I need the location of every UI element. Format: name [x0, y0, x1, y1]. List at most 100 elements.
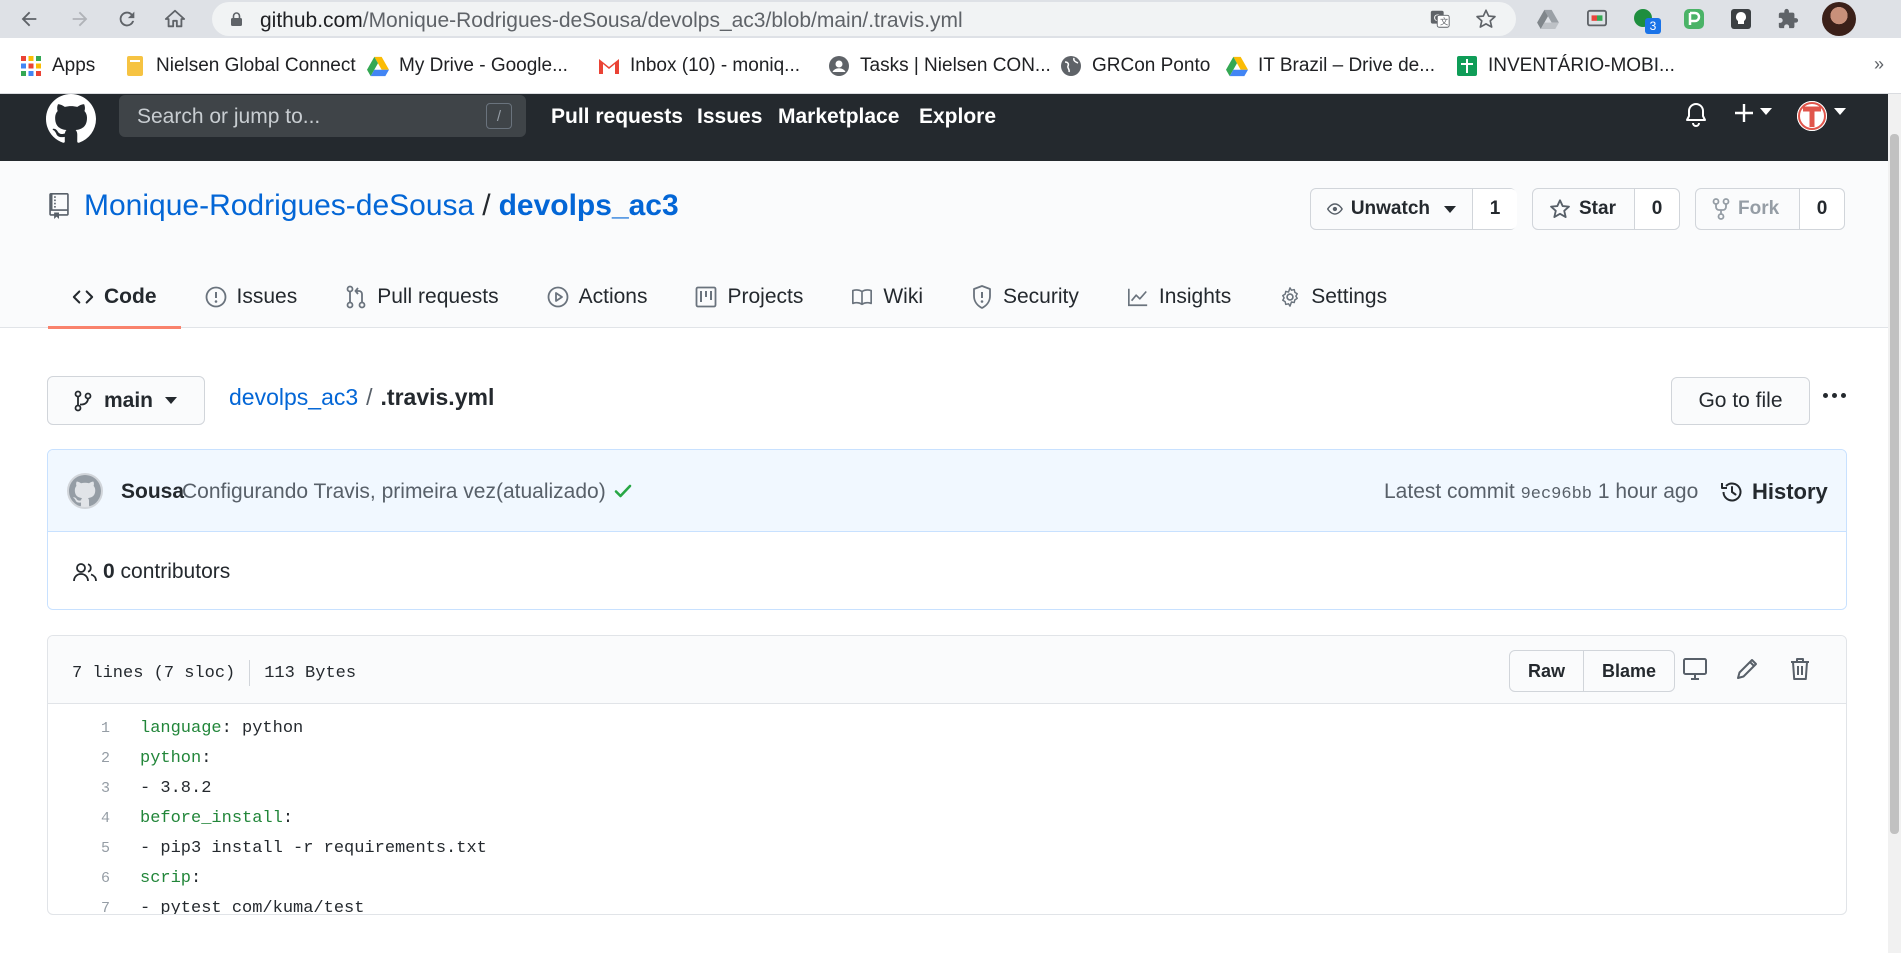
- nav-explore[interactable]: Explore: [919, 105, 996, 129]
- bookmark-grcon-ponto[interactable]: GRCon Ponto: [1060, 53, 1210, 79]
- line-content: - pytest com/kuma/test: [110, 899, 364, 915]
- star-button[interactable]: Star: [1533, 189, 1635, 229]
- yaml-key: language: [140, 718, 222, 738]
- commit-author-avatar[interactable]: [67, 473, 103, 509]
- scrollbar-thumb[interactable]: [1890, 134, 1899, 834]
- tab-wiki[interactable]: Wiki: [827, 265, 947, 328]
- file-header: 7 lines (7 sloc) 113 Bytes Raw Blame: [48, 636, 1846, 704]
- green-circle-extension-icon[interactable]: 3: [1631, 6, 1661, 34]
- blame-button[interactable]: Blame: [1583, 651, 1674, 691]
- svg-text:文: 文: [1440, 17, 1448, 27]
- bookmark-tasks[interactable]: Tasks | Nielsen CON...: [828, 53, 1051, 79]
- breadcrumb-separator: /: [366, 384, 373, 410]
- tab-label: Projects: [727, 284, 804, 308]
- user-avatar[interactable]: [1797, 101, 1827, 131]
- tab-label: Wiki: [883, 284, 923, 308]
- bookmark-it-brazil-drive[interactable]: IT Brazil – Drive de...: [1226, 53, 1435, 79]
- code-line: 6 scrip:: [48, 863, 1846, 893]
- fork-count[interactable]: 0: [1800, 189, 1844, 229]
- tab-pull-requests[interactable]: Pull requests: [321, 265, 522, 328]
- search-input[interactable]: Search or jump to... /: [119, 95, 526, 137]
- file-viewer: 7 lines (7 sloc) 113 Bytes Raw Blame 1 la…: [47, 635, 1847, 915]
- tab-issues[interactable]: Issues: [181, 265, 322, 328]
- line-number[interactable]: 2: [48, 750, 110, 767]
- raw-button[interactable]: Raw: [1510, 651, 1583, 691]
- translate-icon[interactable]: G文: [1428, 7, 1452, 31]
- line-number[interactable]: 7: [48, 900, 110, 915]
- file-actions-group: Raw Blame: [1509, 650, 1676, 692]
- repo-name-link[interactable]: devolps_ac3: [499, 189, 679, 223]
- trash-icon[interactable]: [1787, 656, 1813, 682]
- tab-label: Issues: [236, 284, 298, 308]
- user-dropdown-caret-icon[interactable]: [1834, 108, 1846, 115]
- back-icon[interactable]: [14, 4, 44, 34]
- line-number[interactable]: 3: [48, 780, 110, 797]
- browser-profile-avatar[interactable]: [1822, 2, 1856, 36]
- commit-author[interactable]: Sousa: [121, 480, 184, 504]
- tab-projects[interactable]: Projects: [671, 265, 827, 328]
- plus-icon[interactable]: [1733, 102, 1755, 130]
- bookmark-apps[interactable]: Apps: [20, 53, 95, 79]
- go-to-file-button[interactable]: Go to file: [1671, 377, 1810, 425]
- commit-message[interactable]: Configurando Travis, primeira vez(atuali…: [182, 480, 606, 504]
- github-logo-icon[interactable]: [46, 94, 96, 144]
- bookmarks-more-button[interactable]: »: [1874, 54, 1884, 75]
- forward-icon[interactable]: [65, 4, 95, 34]
- tab-settings[interactable]: Settings: [1255, 265, 1411, 328]
- page-scrollbar[interactable]: [1888, 94, 1901, 953]
- desktop-icon[interactable]: [1682, 656, 1708, 682]
- repo-owner-link[interactable]: Monique-Rodrigues-deSousa: [84, 189, 474, 223]
- address-bar[interactable]: github.com/Monique-Rodrigues-deSousa/dev…: [212, 2, 1516, 36]
- cast-extension-icon[interactable]: [1584, 6, 1610, 32]
- pushbullet-extension-icon[interactable]: [1681, 6, 1707, 32]
- nav-issues[interactable]: Issues: [697, 105, 762, 129]
- bookmark-nielsen-global-connect[interactable]: Nielsen Global Connect: [124, 53, 356, 79]
- reload-icon[interactable]: [112, 4, 142, 34]
- line-number[interactable]: 1: [48, 720, 110, 737]
- commit-sha-link[interactable]: 9ec96bb: [1521, 485, 1592, 504]
- latest-commit-box: Sousa Configurando Travis, primeira vez(…: [47, 449, 1847, 610]
- tab-actions[interactable]: Actions: [523, 265, 672, 328]
- contributors-link[interactable]: 0 contributors: [103, 560, 230, 584]
- nav-marketplace[interactable]: Marketplace: [778, 105, 899, 129]
- bookmark-star-icon[interactable]: [1474, 7, 1498, 31]
- tab-code[interactable]: Code: [48, 265, 181, 329]
- shield-icon: [971, 284, 993, 309]
- pencil-icon[interactable]: [1734, 656, 1760, 682]
- repository-header: Monique-Rodrigues-deSousa / devolps_ac3 …: [0, 161, 1888, 329]
- plus-dropdown-caret-icon[interactable]: [1760, 108, 1772, 115]
- gear-icon: [1279, 286, 1301, 308]
- bookmark-inbox[interactable]: Inbox (10) - moniq...: [598, 53, 800, 79]
- google-drive-icon: [1226, 55, 1248, 77]
- more-options-kebab-icon[interactable]: [1820, 385, 1848, 405]
- bookmark-inventario[interactable]: INVENTÁRIO-MOBI...: [1456, 53, 1675, 79]
- line-number[interactable]: 5: [48, 840, 110, 857]
- tab-insights[interactable]: Insights: [1103, 265, 1255, 328]
- line-number[interactable]: 6: [48, 870, 110, 887]
- bell-icon[interactable]: [1684, 102, 1708, 134]
- puzzle-extensions-icon[interactable]: [1775, 6, 1801, 32]
- star-count[interactable]: 0: [1635, 189, 1679, 229]
- contributors-row: 0 contributors: [48, 532, 1846, 609]
- fork-button[interactable]: Fork: [1696, 189, 1800, 229]
- watch-count[interactable]: 1: [1473, 189, 1517, 229]
- bookmark-my-drive[interactable]: My Drive - Google...: [367, 53, 568, 79]
- history-link[interactable]: History: [1720, 479, 1828, 505]
- tab-security[interactable]: Security: [947, 265, 1103, 328]
- unwatch-button[interactable]: Unwatch: [1311, 189, 1473, 229]
- branch-select-button[interactable]: main: [47, 376, 205, 425]
- line-number[interactable]: 4: [48, 810, 110, 827]
- line-content: before_install:: [110, 809, 293, 828]
- bulb-extension-icon[interactable]: [1728, 6, 1754, 32]
- home-icon[interactable]: [160, 4, 190, 34]
- nav-pull-requests[interactable]: Pull requests: [551, 105, 683, 129]
- breadcrumb-repo-link[interactable]: devolps_ac3: [229, 384, 358, 410]
- url-text: github.com/Monique-Rodrigues-deSousa/dev…: [260, 9, 963, 32]
- google-drive-extension-icon[interactable]: [1535, 6, 1561, 32]
- star-label: Star: [1579, 198, 1616, 219]
- repo-separator: /: [482, 189, 491, 222]
- check-icon[interactable]: [612, 480, 634, 502]
- star-button-group: Star 0: [1532, 188, 1680, 230]
- bookmark-label: IT Brazil – Drive de...: [1258, 55, 1436, 76]
- file-lines-info: 7 lines (7 sloc): [72, 663, 236, 683]
